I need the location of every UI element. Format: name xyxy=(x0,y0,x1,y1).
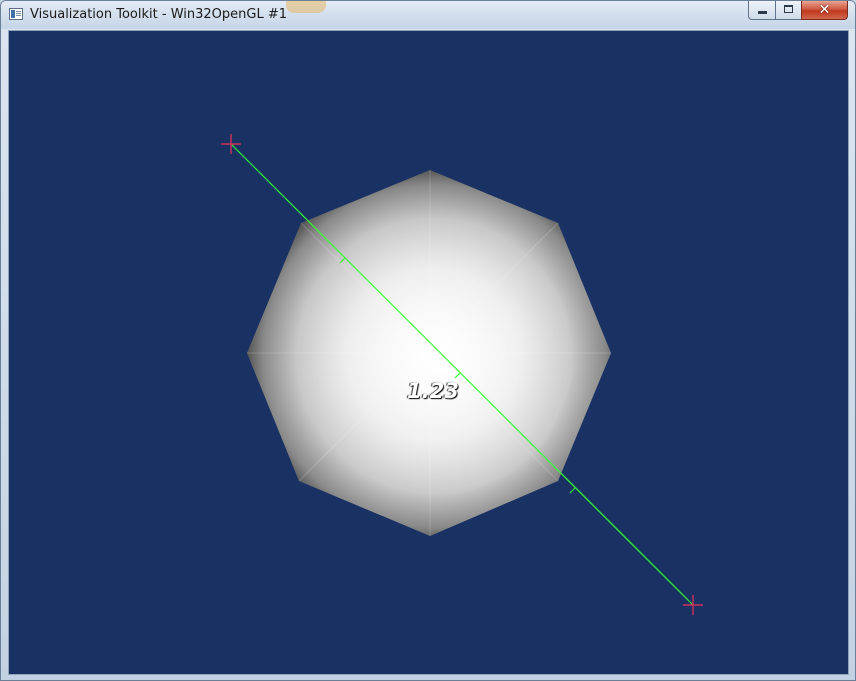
vtk-render-window: Visualization Toolkit - Win32OpenGL #1 ✕ xyxy=(0,0,856,681)
close-icon: ✕ xyxy=(818,2,831,18)
title-bar[interactable]: Visualization Toolkit - Win32OpenGL #1 ✕ xyxy=(1,1,855,29)
distance-label: 1.23 xyxy=(407,379,459,403)
maximize-button[interactable] xyxy=(775,1,801,20)
minimize-button[interactable] xyxy=(748,1,775,20)
window-title: Visualization Toolkit - Win32OpenGL #1 xyxy=(30,7,287,22)
app-window-icon[interactable] xyxy=(9,8,23,20)
render-viewport[interactable]: 1.23 xyxy=(8,30,849,675)
minimize-icon xyxy=(758,11,767,14)
taskbar-glow-decoration xyxy=(286,1,326,13)
tick-mark xyxy=(569,487,576,494)
caption-buttons: ✕ xyxy=(748,1,848,20)
maximize-icon xyxy=(784,5,793,13)
close-button[interactable]: ✕ xyxy=(801,1,848,20)
scene-canvas xyxy=(221,134,703,615)
